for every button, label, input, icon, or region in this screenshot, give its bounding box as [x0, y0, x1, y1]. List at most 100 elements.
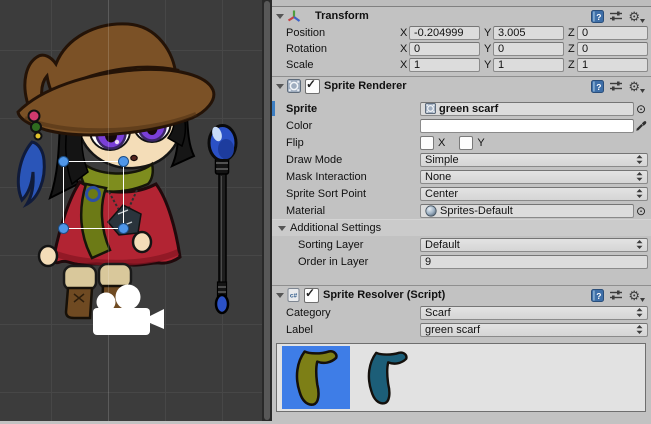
position-x-value: -0.204999 — [414, 27, 464, 39]
material-sphere-icon — [425, 205, 437, 217]
sorting-layer-row: Sorting Layer Default — [272, 236, 651, 253]
vertical-scrollbar[interactable] — [262, 0, 272, 421]
eyedropper-icon[interactable] — [634, 120, 648, 132]
help-icon[interactable]: ? — [591, 80, 604, 93]
settings-gear-icon[interactable]: ⚙ — [628, 10, 645, 23]
selection-handle[interactable] — [59, 157, 69, 167]
selection-handle[interactable] — [119, 157, 129, 167]
rotation-label: Rotation — [286, 43, 400, 55]
color-label: Color — [286, 120, 420, 132]
presets-icon[interactable] — [609, 80, 623, 92]
mask-interaction-dropdown[interactable]: None — [420, 170, 648, 184]
category-label: Category — [286, 307, 420, 319]
draw-mode-row: Draw Mode Simple — [272, 151, 651, 168]
blue-scarf-thumbnail — [369, 352, 407, 403]
selection-handle[interactable] — [119, 224, 129, 234]
scale-z-field[interactable]: 1 — [577, 58, 648, 72]
material-row: Material Sprites-Default ⊙ — [272, 202, 651, 219]
dropdown-arrow-icon — [636, 240, 643, 249]
label-dropdown[interactable]: green scarf — [420, 323, 648, 337]
category-row: Category Scarf — [272, 304, 651, 321]
presets-icon[interactable] — [609, 10, 623, 22]
scale-y-field[interactable]: 1 — [493, 58, 564, 72]
component-title: Sprite Renderer — [324, 80, 407, 92]
rotation-z-value: 0 — [582, 43, 588, 55]
axis-z-label: Z — [568, 59, 577, 71]
axis-x-label: X — [400, 59, 409, 71]
scrollbar-thumb[interactable] — [264, 1, 270, 420]
prefab-override-indicator — [272, 101, 275, 116]
script-icon: c# — [287, 288, 300, 302]
settings-gear-icon[interactable]: ⚙ — [628, 80, 645, 93]
sprite-label: Sprite — [286, 103, 420, 115]
position-z-field[interactable]: 0 — [577, 26, 648, 40]
flip-x-checkbox[interactable] — [420, 136, 434, 150]
draw-mode-dropdown[interactable]: Simple — [420, 153, 648, 167]
checkmark-icon: ✓ — [306, 77, 316, 91]
rotation-z-field[interactable]: 0 — [577, 42, 648, 56]
label-value: green scarf — [425, 324, 480, 336]
position-z-value: 0 — [582, 27, 588, 39]
sorting-layer-value: Default — [425, 239, 460, 251]
material-object-field[interactable]: Sprites-Default — [420, 204, 634, 218]
component-enabled-checkbox[interactable]: ✓ — [304, 288, 319, 303]
dropdown-arrow-icon — [636, 155, 643, 164]
rotation-x-field[interactable]: 0 — [409, 42, 480, 56]
sprite-variant-blue-scarf[interactable] — [360, 346, 414, 409]
color-swatch[interactable] — [420, 119, 634, 133]
object-picker-icon[interactable]: ⊙ — [634, 102, 648, 116]
order-in-layer-field[interactable]: 9 — [420, 255, 648, 269]
selection-handle[interactable] — [59, 224, 69, 234]
foldout-triangle-icon[interactable] — [276, 293, 284, 298]
axis-z-label: Z — [568, 27, 577, 39]
rotation-y-value: 0 — [498, 43, 504, 55]
sprite-resolver-header[interactable]: c# ✓ Sprite Resolver (Script) ? ⚙ — [272, 286, 651, 304]
object-picker-icon[interactable]: ⊙ — [634, 204, 648, 218]
flip-y-checkbox[interactable] — [459, 136, 473, 150]
presets-icon[interactable] — [609, 289, 623, 301]
sprite-sort-point-row: Sprite Sort Point Center — [272, 185, 651, 202]
dropdown-arrow-icon — [636, 325, 643, 334]
sprite-variant-green-scarf[interactable] — [282, 346, 350, 409]
dropdown-arrow-icon — [636, 189, 643, 198]
foldout-triangle-icon[interactable] — [276, 14, 284, 19]
scale-row: Scale X 1 Y 1 Z 1 — [272, 57, 651, 73]
position-x-field[interactable]: -0.204999 — [409, 26, 480, 40]
component-title: Sprite Resolver (Script) — [323, 289, 445, 301]
flip-row: Flip X Y — [272, 134, 651, 151]
order-in-layer-value: 9 — [425, 256, 431, 268]
sprite-sort-point-value: Center — [425, 188, 458, 200]
sprite-object-field[interactable]: green scarf — [420, 102, 634, 116]
order-in-layer-row: Order in Layer 9 — [272, 253, 651, 270]
foldout-triangle-icon[interactable] — [278, 226, 286, 231]
scale-x-field[interactable]: 1 — [409, 58, 480, 72]
mask-interaction-row: Mask Interaction None — [272, 168, 651, 185]
axis-x-label: X — [400, 43, 409, 55]
label-label: Label — [286, 324, 420, 336]
additional-settings-foldout[interactable]: Additional Settings — [272, 219, 651, 236]
position-y-field[interactable]: 3.005 — [493, 26, 564, 40]
category-dropdown[interactable]: Scarf — [420, 306, 648, 320]
scene-view[interactable] — [0, 0, 262, 421]
dropdown-arrow-icon — [636, 172, 643, 181]
component-enabled-checkbox[interactable]: ✓ — [305, 79, 320, 94]
transform-icon — [287, 9, 301, 23]
rotation-y-field[interactable]: 0 — [493, 42, 564, 56]
svg-text:?: ? — [597, 290, 602, 300]
position-y-value: 3.005 — [498, 27, 526, 39]
sprite-renderer-header[interactable]: ✓ Sprite Renderer ? ⚙ — [272, 77, 651, 95]
foldout-triangle-icon[interactable] — [276, 84, 284, 89]
color-row: Color — [272, 117, 651, 134]
sprite-sort-point-dropdown[interactable]: Center — [420, 187, 648, 201]
position-row: Position X -0.204999 Y 3.005 Z 0 — [272, 25, 651, 41]
transform-header[interactable]: Transform ? ⚙ — [272, 7, 651, 25]
help-icon[interactable]: ? — [591, 10, 604, 23]
axis-z-label: Z — [568, 43, 577, 55]
flip-y-label: Y — [477, 137, 484, 149]
axis-y-label: Y — [484, 59, 493, 71]
svg-text:?: ? — [597, 11, 602, 21]
mask-interaction-label: Mask Interaction — [286, 171, 420, 183]
settings-gear-icon[interactable]: ⚙ — [628, 289, 645, 302]
help-icon[interactable]: ? — [591, 289, 604, 302]
sorting-layer-dropdown[interactable]: Default — [420, 238, 648, 252]
